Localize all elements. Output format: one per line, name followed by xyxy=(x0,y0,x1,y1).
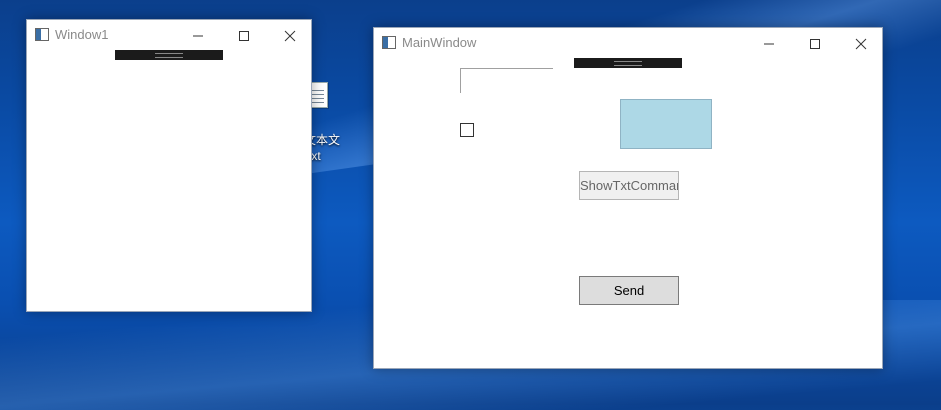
minimize-button[interactable] xyxy=(746,28,792,58)
window1: Window1 xyxy=(26,19,312,312)
maximize-icon xyxy=(239,31,249,41)
close-icon xyxy=(284,30,296,42)
maximize-button[interactable] xyxy=(221,20,267,50)
app-window-icon xyxy=(382,36,396,49)
window1-title: Window1 xyxy=(55,27,109,42)
drag-handle[interactable] xyxy=(115,50,223,60)
show-txt-command-button[interactable]: ShowTxtCommand xyxy=(579,171,679,200)
color-panel xyxy=(620,99,712,149)
grip-icon xyxy=(614,61,642,66)
maximize-icon xyxy=(810,39,820,49)
window1-titlebar[interactable]: Window1 xyxy=(27,20,311,50)
main-window-title: MainWindow xyxy=(402,35,477,50)
minimize-icon xyxy=(764,43,774,45)
maximize-button[interactable] xyxy=(792,28,838,58)
close-icon xyxy=(855,38,867,50)
checkbox[interactable] xyxy=(460,123,474,137)
drag-handle[interactable] xyxy=(574,58,682,68)
main-window-titlebar[interactable]: MainWindow xyxy=(374,28,882,58)
close-button[interactable] xyxy=(267,20,313,50)
desktop-file-label-ext: txt xyxy=(308,149,321,163)
send-button[interactable]: Send xyxy=(579,276,679,305)
minimize-icon xyxy=(193,35,203,37)
main-window: MainWindow ShowTxtCommand Send xyxy=(373,27,883,369)
close-button[interactable] xyxy=(838,28,884,58)
app-window-icon xyxy=(35,28,49,41)
grip-icon xyxy=(155,53,183,58)
text-input[interactable] xyxy=(460,68,553,93)
minimize-button[interactable] xyxy=(175,20,221,50)
